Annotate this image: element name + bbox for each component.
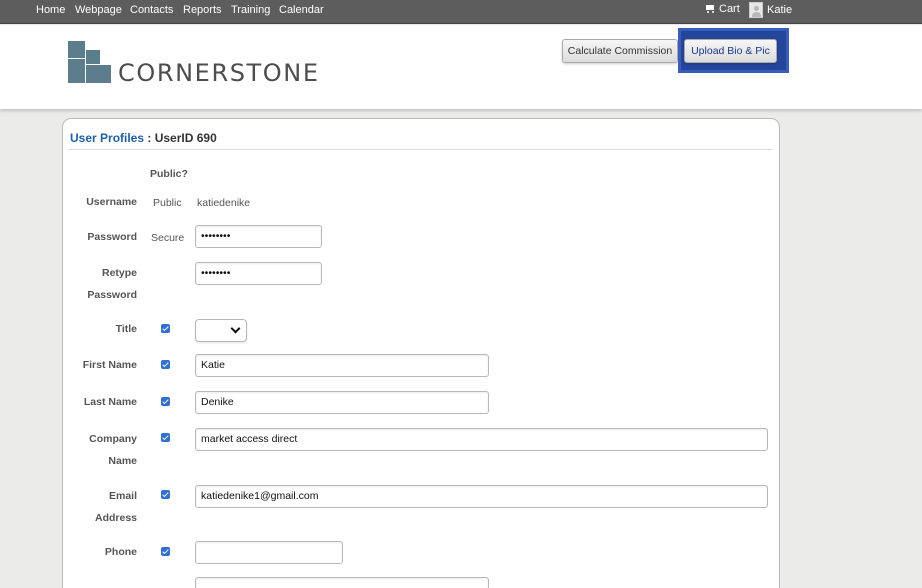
company-label-line2: Name [108, 455, 137, 467]
user-name: Katie [767, 4, 793, 16]
nav-calendar-link[interactable]: Calendar [279, 4, 324, 16]
first-name-label: First Name [82, 359, 137, 371]
email-label-line2: Address [94, 512, 137, 524]
phone-field[interactable] [195, 541, 343, 564]
user-profiles-link[interactable]: User Profiles [70, 131, 144, 145]
title-separator: : [144, 131, 155, 145]
retype-label-line2: Password [87, 289, 137, 301]
retype-label-line1: Retype [101, 267, 137, 279]
company-label-line1: Company [89, 433, 137, 445]
last-name-field[interactable]: Denike [195, 391, 489, 414]
username-label: Username [86, 196, 137, 208]
last-name-label: Last Name [83, 396, 137, 408]
email-field[interactable]: katiedenike1@gmail.com [195, 485, 768, 508]
password-label: Password [87, 231, 137, 243]
password-field[interactable]: •••••••• [195, 225, 322, 248]
nav-training-link[interactable]: Training [231, 4, 270, 16]
phone-public-checkbox[interactable] [161, 547, 170, 556]
cart-link[interactable]: Cart [705, 3, 740, 15]
logo-text: CORNERSTONE [118, 59, 320, 87]
chevron-down-icon [230, 323, 241, 334]
title-label: Title [115, 323, 137, 335]
email-public-checkbox[interactable] [161, 490, 170, 499]
calculate-commission-button[interactable]: Calculate Commission [562, 39, 678, 63]
username-visibility: Public [153, 197, 182, 209]
user-id-label: UserID 690 [154, 131, 217, 145]
retype-password-field[interactable]: •••••••• [195, 262, 322, 285]
username-value: katiedenike [197, 197, 251, 209]
nav-webpage-link[interactable]: Webpage [75, 4, 122, 16]
phone-label: Phone [104, 546, 137, 558]
title-public-checkbox[interactable] [161, 324, 170, 333]
upload-bio-pic-button[interactable]: Upload Bio & Pic [684, 39, 777, 63]
public-column-header: Public? [150, 168, 188, 180]
title-select[interactable] [195, 319, 247, 342]
logo-square [68, 59, 85, 83]
user-menu[interactable]: Katie [749, 2, 792, 18]
nav-reports-link[interactable]: Reports [183, 4, 222, 16]
logo-square [86, 65, 111, 83]
logo-square [68, 41, 85, 58]
top-nav-bar: Home Webpage Contacts Reports Training C… [0, 0, 922, 24]
title-divider [69, 149, 773, 150]
nav-home-link[interactable]: Home [36, 4, 65, 16]
page-title: User Profiles : UserID 690 [70, 131, 217, 145]
email-label-line1: Email [108, 490, 137, 502]
nav-contacts-link[interactable]: Contacts [130, 4, 173, 16]
cart-icon [705, 4, 716, 14]
company-public-checkbox[interactable] [161, 433, 170, 442]
page-header: CORNERSTONE Calculate Commission Upload … [0, 25, 922, 109]
first-name-field[interactable]: Katie [195, 354, 489, 377]
next-field-partial[interactable] [195, 577, 489, 588]
cornerstone-logo: CORNERSTONE [68, 41, 328, 89]
last-name-public-checkbox[interactable] [161, 397, 170, 406]
logo-square [86, 50, 100, 64]
cart-label: Cart [719, 3, 740, 15]
user-profile-panel: User Profiles : UserID 690 Public? Usern… [62, 118, 780, 588]
avatar [749, 2, 763, 18]
password-visibility: Secure [151, 232, 185, 244]
company-name-field[interactable]: market access direct [195, 428, 768, 451]
first-name-public-checkbox[interactable] [161, 360, 170, 369]
